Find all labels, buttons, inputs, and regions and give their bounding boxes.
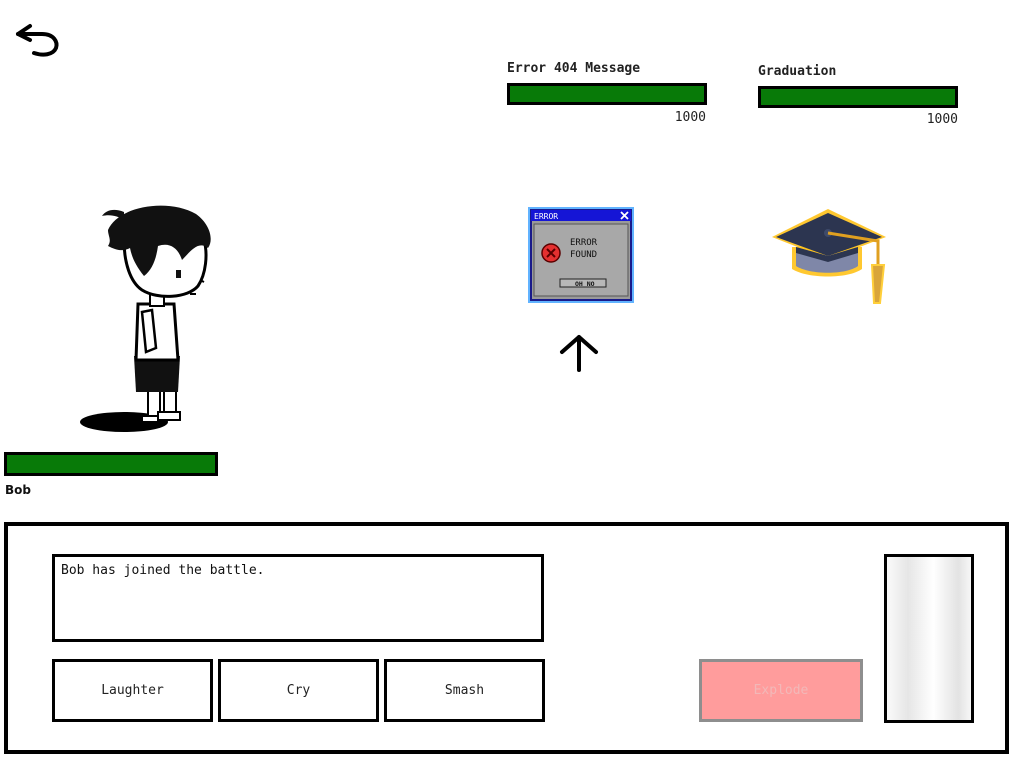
- enemy-name-error: Error 404 Message: [507, 61, 641, 76]
- up-arrow-icon: [560, 335, 598, 372]
- player-character-sprite[interactable]: [78, 200, 218, 436]
- graduation-cap-sprite[interactable]: [768, 203, 890, 311]
- error-circle-icon: [541, 243, 561, 263]
- side-panel-button[interactable]: [884, 554, 974, 723]
- enemy-name-graduation: Graduation: [758, 64, 837, 79]
- player-name: Bob: [5, 483, 31, 497]
- error-window-sprite[interactable]: ERROR ERROR FOUND OH NO: [528, 207, 634, 303]
- hp-fill: [510, 86, 704, 102]
- hp-fill: [7, 455, 215, 473]
- laughter-button[interactable]: Laughter: [52, 659, 213, 722]
- player-hp-bar: [4, 452, 218, 476]
- error-line1: ERROR: [570, 238, 598, 248]
- enemy-hp-bar-graduation: [758, 86, 958, 108]
- explode-button[interactable]: Explode: [699, 659, 863, 722]
- smash-button[interactable]: Smash: [384, 659, 545, 722]
- error-line2: FOUND: [570, 250, 597, 260]
- enemy-hp-value-error: 1000: [674, 110, 706, 125]
- cry-button[interactable]: Cry: [218, 659, 379, 722]
- enemy-hp-value-graduation: 1000: [926, 112, 958, 127]
- enemy-hp-bar-error: [507, 83, 707, 105]
- battle-log: Bob has joined the battle.: [52, 554, 544, 642]
- back-arrow-icon[interactable]: [10, 20, 62, 60]
- hp-fill: [761, 89, 955, 105]
- error-window-title: ERROR: [534, 212, 558, 221]
- error-ok-button-label: OH NO: [575, 280, 595, 288]
